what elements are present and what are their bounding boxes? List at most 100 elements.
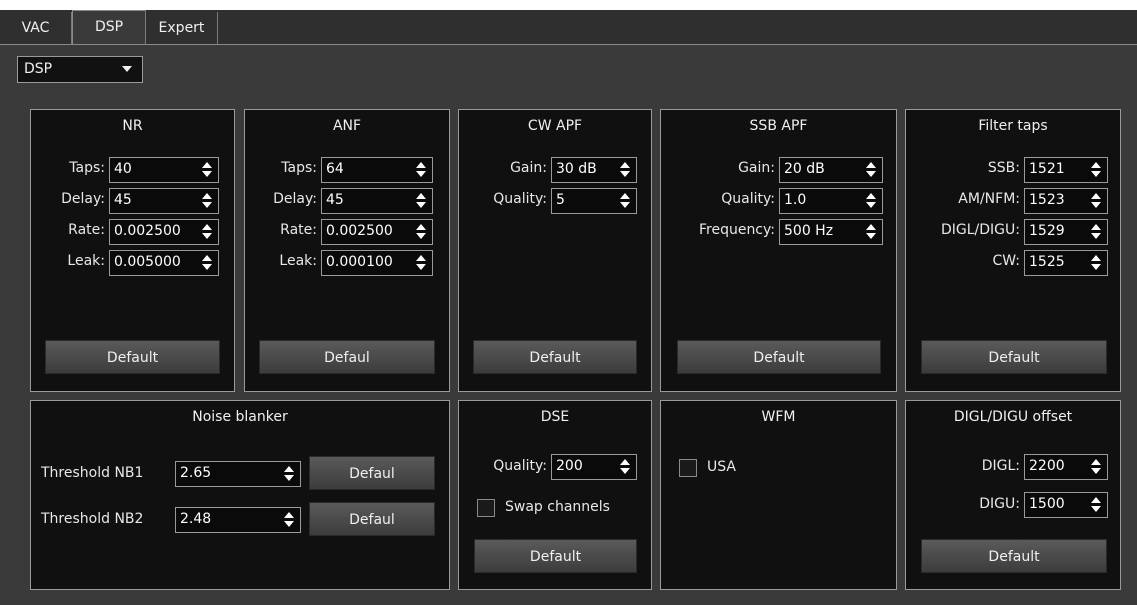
nr-leak-spinbox[interactable]: 0.005000 [109,250,219,276]
filter-taps-cw-label: CW: [992,253,1020,269]
cw-apf-gain-label: Gain: [510,160,547,176]
digu-offset-label: DIGU: [979,496,1020,512]
ssb-apf-title: SSB APF [749,118,808,134]
ssb-apf-group: SSB APF Gain: 20 dB Quality: 1.0 Frequen… [660,109,897,392]
nr-rate-spinbox[interactable]: 0.002500 [109,219,219,245]
spin-arrows-icon[interactable] [1091,497,1101,513]
filter-taps-digl-spinbox[interactable]: 1529 [1024,219,1108,245]
anf-title: ANF [332,118,362,134]
spin-arrows-icon[interactable] [866,162,876,178]
digu-offset-value: 1500 [1029,496,1065,512]
swap-channels-label: Swap channels [505,499,610,515]
anf-leak-label: Leak: [279,253,317,269]
anf-leak-spinbox[interactable]: 0.000100 [321,250,433,276]
anf-taps-label: Taps: [281,160,317,176]
filter-taps-cw-value: 1525 [1029,254,1065,270]
nr-delay-spinbox[interactable]: 45 [109,188,219,214]
nb2-threshold-spinbox[interactable]: 2.48 [175,507,301,533]
filter-taps-ssb-label: SSB: [987,160,1020,176]
anf-delay-value: 45 [326,192,344,208]
spin-arrows-icon[interactable] [1091,224,1101,240]
cw-apf-gain-spinbox[interactable]: 30 dB [551,157,637,183]
wfm-title: WFM [761,409,796,425]
noise-blanker-group: Noise blanker Threshold NB1 2.65 Defaul … [30,400,450,590]
spin-arrows-icon[interactable] [284,512,294,528]
digl-digu-default-button[interactable]: Default [921,539,1107,573]
spin-arrows-icon[interactable] [620,162,630,178]
spin-arrows-icon[interactable] [202,193,212,209]
usa-checkbox[interactable] [679,459,697,477]
dse-title: DSE [540,409,570,425]
cw-apf-quality-spinbox[interactable]: 5 [551,188,637,214]
spin-arrows-icon[interactable] [620,193,630,209]
nr-rate-value: 0.002500 [114,223,181,239]
spin-arrows-icon[interactable] [202,224,212,240]
nr-rate-label: Rate: [68,222,105,238]
nb2-default-button[interactable]: Defaul [309,502,435,536]
nr-group: NR Taps: 40 Delay: 45 Rate: 0.002500 Lea… [30,109,235,392]
dse-quality-value: 200 [556,458,583,474]
digl-offset-spinbox[interactable]: 2200 [1024,454,1108,480]
dse-quality-spinbox[interactable]: 200 [551,454,637,480]
ssb-apf-default-button[interactable]: Default [677,340,881,374]
spin-arrows-icon[interactable] [416,193,426,209]
mode-select[interactable]: DSP [17,56,143,83]
anf-taps-spinbox[interactable]: 64 [321,157,433,183]
anf-rate-label: Rate: [280,222,317,238]
spin-arrows-icon[interactable] [416,162,426,178]
spin-arrows-icon[interactable] [620,459,630,475]
nb1-threshold-spinbox[interactable]: 2.65 [175,461,301,487]
nr-default-button[interactable]: Default [45,340,220,374]
anf-default-button[interactable]: Defaul [259,340,435,374]
spin-arrows-icon[interactable] [866,224,876,240]
spin-arrows-icon[interactable] [202,255,212,271]
swap-channels-checkbox[interactable] [477,499,495,517]
window-top-edge [0,0,1137,10]
tab-dsp[interactable]: DSP [72,10,146,44]
filter-taps-digl-value: 1529 [1029,223,1065,239]
dse-default-button[interactable]: Default [474,539,637,573]
nr-title: NR [122,118,143,134]
anf-leak-value: 0.000100 [326,254,393,270]
nr-leak-value: 0.005000 [114,254,181,270]
filter-taps-default-button[interactable]: Default [921,340,1107,374]
ssb-apf-gain-spinbox[interactable]: 20 dB [779,157,883,183]
anf-delay-spinbox[interactable]: 45 [321,188,433,214]
nb1-label: Threshold NB1 [41,465,144,481]
cw-apf-group: CW APF Gain: 30 dB Quality: 5 Default [458,109,652,392]
filter-taps-cw-spinbox[interactable]: 1525 [1024,250,1108,276]
digu-offset-spinbox[interactable]: 1500 [1024,492,1108,518]
nr-delay-label: Delay: [61,191,105,207]
spin-arrows-icon[interactable] [284,466,294,482]
spin-arrows-icon[interactable] [416,255,426,271]
filter-taps-ssb-spinbox[interactable]: 1521 [1024,157,1108,183]
spin-arrows-icon[interactable] [1091,162,1101,178]
dse-group: DSE Quality: 200 Swap channels Default [458,400,652,590]
anf-rate-spinbox[interactable]: 0.002500 [321,219,433,245]
spin-arrows-icon[interactable] [416,224,426,240]
cw-apf-default-button[interactable]: Default [473,340,637,374]
filter-taps-am-spinbox[interactable]: 1523 [1024,188,1108,214]
digl-offset-value: 2200 [1029,458,1065,474]
spin-arrows-icon[interactable] [1091,255,1101,271]
ssb-apf-frequency-spinbox[interactable]: 500 Hz [779,219,883,245]
spin-arrows-icon[interactable] [866,193,876,209]
spin-arrows-icon[interactable] [1091,193,1101,209]
nr-taps-spinbox[interactable]: 40 [109,157,219,183]
ssb-apf-quality-label: Quality: [721,191,775,207]
spin-arrows-icon[interactable] [202,162,212,178]
nb1-default-button[interactable]: Defaul [309,456,435,490]
digl-offset-label: DIGL: [981,458,1020,474]
spin-arrows-icon[interactable] [1091,459,1101,475]
tab-expert[interactable]: Expert [146,12,218,44]
ssb-apf-quality-value: 1.0 [784,192,807,208]
tab-vac[interactable]: VAC [0,12,72,44]
anf-group: ANF Taps: 64 Delay: 45 Rate: 0.002500 Le… [244,109,450,392]
filter-taps-digl-label: DIGL/DIGU: [941,222,1020,238]
usa-label: USA [707,459,736,475]
noise-blanker-title: Noise blanker [192,409,288,425]
digl-digu-offset-group: DIGL/DIGU offset DIGL: 2200 DIGU: 1500 D… [905,400,1121,590]
nr-taps-value: 40 [114,161,132,177]
tab-strip: VAC DSP Expert [0,10,1137,45]
ssb-apf-quality-spinbox[interactable]: 1.0 [779,188,883,214]
